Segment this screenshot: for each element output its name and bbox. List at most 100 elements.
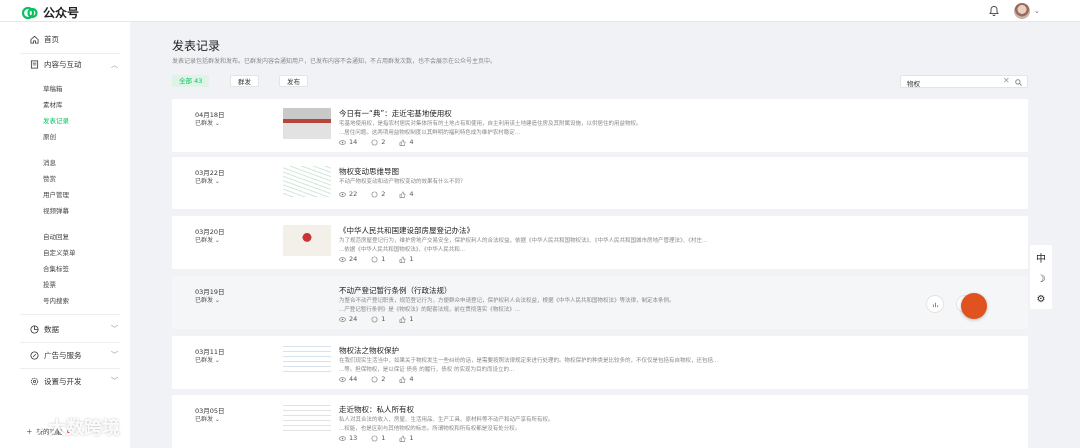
search-icon[interactable] <box>1015 79 1022 86</box>
clear-icon[interactable]: ✕ <box>1003 76 1010 85</box>
article-status[interactable]: 已群发 ⌄ <box>195 235 220 244</box>
sidebar-item-auto-reply[interactable]: 自动回复 <box>43 231 69 241</box>
article-card[interactable]: 03月20日 已群发 ⌄ 《中华人民共和国建设部房屋登记办法》 为了规范房屋登记… <box>172 216 1028 269</box>
chevron-down-icon[interactable]: ﹀ <box>111 324 118 334</box>
data-analysis-button[interactable] <box>926 295 944 313</box>
article-card[interactable]: 04月18日 已群发 ⌄ 今日有一“典”：走近宅基地使用权 宅基地使用权，是指农… <box>172 99 1028 152</box>
language-toggle[interactable]: 中 <box>1036 250 1046 265</box>
wechat-official-logo-icon <box>22 6 38 19</box>
article-title[interactable]: 《中华人民共和国建设部房屋登记办法》 <box>339 225 474 236</box>
sidebar-item-settings[interactable]: 设置与开发 <box>30 376 82 387</box>
top-bar: 公众号 ⌄ <box>0 0 1080 22</box>
article-excerpt: 宅基地使用权，是指农村居民对集体所有的土地占有和使用，自主利用该土地建造住房及其… <box>339 121 642 127</box>
divider <box>20 53 120 54</box>
sidebar-item-label: 内容与互动 <box>44 60 82 69</box>
sidebar-item-materials[interactable]: 素材库 <box>43 99 63 109</box>
moon-icon[interactable]: ☽ <box>1037 274 1046 285</box>
sidebar-item-original[interactable]: 原创 <box>43 131 56 141</box>
sidebar-item-collection-tags[interactable]: 合集标签 <box>43 263 69 273</box>
article-card[interactable]: 03月11日 已群发 ⌄ 物权法之物权保护 在我们现实生活当中，如果关于物权发生… <box>172 336 1028 389</box>
sidebar-item-custom-menu[interactable]: 自定义菜单 <box>43 247 76 257</box>
sidebar-item-data[interactable]: 数据 <box>30 324 59 335</box>
article-title[interactable]: 走近物权：私人所有权 <box>339 404 414 415</box>
sidebar-item-messages[interactable]: 消息 <box>43 157 56 167</box>
article-title[interactable]: 物权法之物权保护 <box>339 345 399 356</box>
article-excerpt: ...居住问题。这两项用益物权制度以其鲜明的福利特色成为维护农村稳定... <box>339 130 520 136</box>
shares-count: 2 <box>381 138 386 146</box>
article-excerpt: ...等。担保物权，是以保证 债务 的履行，债权 的实现为目的而设立的... <box>339 367 515 373</box>
article-status[interactable]: 已群发 ⌄ <box>195 118 220 127</box>
sidebar-item-danmaku[interactable]: 视频弹幕 <box>43 205 69 215</box>
eye-icon <box>339 139 346 145</box>
views-count: 22 <box>349 190 358 198</box>
likes-count: 1 <box>409 315 414 323</box>
watermark-text: 大数跨境 <box>48 418 120 439</box>
app-name: 公众号 <box>43 6 80 20</box>
chevron-down-icon[interactable]: ⌄ <box>1034 7 1040 15</box>
article-status[interactable]: 已群发 ⌄ <box>195 295 220 304</box>
sidebar-item-users[interactable]: 用户管理 <box>43 189 69 199</box>
page-title: 发表记录 <box>172 39 221 53</box>
share-icon <box>371 139 378 145</box>
shares-count: 1 <box>381 255 386 263</box>
avatar[interactable] <box>1014 3 1030 19</box>
likes-count: 4 <box>409 375 414 383</box>
article-thumbnail[interactable] <box>283 225 331 256</box>
gear-icon[interactable]: ⚙ <box>1037 294 1046 305</box>
tab-publish[interactable]: 发布 <box>279 75 308 87</box>
thumb-up-icon <box>400 256 406 263</box>
views-count: 24 <box>349 255 358 263</box>
likes-count: 4 <box>409 190 414 198</box>
likes-count: 1 <box>409 434 414 442</box>
divider <box>20 314 120 315</box>
article-title[interactable]: 物权变动思维导图 <box>339 166 399 177</box>
floating-extension-icon[interactable] <box>961 293 987 319</box>
tab-mass-send[interactable]: 群发 <box>230 75 259 87</box>
sidebar-item-in-account-search[interactable]: 号内搜索 <box>43 295 69 305</box>
article-stats: 24 1 1 <box>339 315 414 323</box>
article-card[interactable]: 03月05日 已群发 ⌄ 走近物权：私人所有权 私人对其合法的收入、房屋、生活用… <box>172 395 1028 448</box>
tab-all[interactable]: 全部 43 <box>172 75 210 87</box>
eye-icon <box>339 435 346 441</box>
sidebar-item-drafts[interactable]: 草稿箱 <box>43 83 63 93</box>
chevron-up-icon[interactable]: ︿ <box>111 60 118 70</box>
article-status[interactable]: 已群发 ⌄ <box>195 355 220 364</box>
sidebar-item-ads[interactable]: 广告与服务 <box>30 350 82 361</box>
bell-icon[interactable] <box>988 5 1000 17</box>
article-excerpt: ...产登记暂行条例》是《物权法》的配套法规，前在贯彻落实《物权法》... <box>339 307 520 313</box>
article-status[interactable]: 已群发 ⌄ <box>195 176 220 185</box>
eye-icon <box>339 256 346 262</box>
chart-icon <box>30 325 39 334</box>
ads-icon <box>30 351 39 360</box>
article-stats: 13 1 1 <box>339 434 414 442</box>
bar-chart-icon <box>932 302 938 307</box>
article-status[interactable]: 已群发 ⌄ <box>195 414 220 423</box>
sidebar-item-publish-records[interactable]: 发表记录 <box>43 115 69 125</box>
article-title[interactable]: 今日有一“典”：走近宅基地使用权 <box>339 108 452 119</box>
document-icon <box>30 60 39 69</box>
search-input[interactable]: 物权 ✕ <box>900 75 1028 88</box>
article-thumbnail[interactable] <box>283 166 331 197</box>
sidebar-item-home[interactable]: 首页 <box>30 34 59 45</box>
app-logo[interactable]: 公众号 <box>22 4 79 21</box>
article-thumbnail[interactable] <box>283 108 331 139</box>
article-thumbnail[interactable] <box>283 404 331 435</box>
share-icon <box>371 256 378 262</box>
article-excerpt: 为整合不动产登记职责，规范登记行为，方便群众申请登记，保护权利人合法权益，根据《… <box>339 298 675 304</box>
chevron-down-icon[interactable]: ﹀ <box>111 376 118 386</box>
thumb-up-icon <box>400 376 406 383</box>
article-card[interactable]: 03月19日 已群发 ⌄ 不动产登记暂行条例（行政法规） 为整合不动产登记职责，… <box>172 276 1028 329</box>
article-stats: 22 2 4 <box>339 190 414 198</box>
eye-icon <box>339 316 346 322</box>
article-excerpt: 为了规范房屋登记行为，维护房地产交易安全，保护权利人的合法权益，依据《中华人民共… <box>339 238 708 244</box>
likes-count: 1 <box>409 255 414 263</box>
article-excerpt: 私人对其合法的收入、房屋、生活用品、生产工具、原材料等不动产和动产享有所有权。 <box>339 417 554 423</box>
sidebar-item-content[interactable]: 内容与互动 <box>30 59 82 70</box>
sidebar-item-appreciation[interactable]: 赞赏 <box>43 173 56 183</box>
views-count: 13 <box>349 434 358 442</box>
article-title[interactable]: 不动产登记暂行条例（行政法规） <box>339 285 452 296</box>
article-card[interactable]: 03月22日 已群发 ⌄ 物权变动思维导图 不动产物权变动和动产物权变动的效果有… <box>172 157 1028 209</box>
chevron-down-icon[interactable]: ﹀ <box>111 350 118 360</box>
sidebar-item-vote[interactable]: 投票 <box>43 279 56 289</box>
article-thumbnail[interactable] <box>283 345 331 376</box>
